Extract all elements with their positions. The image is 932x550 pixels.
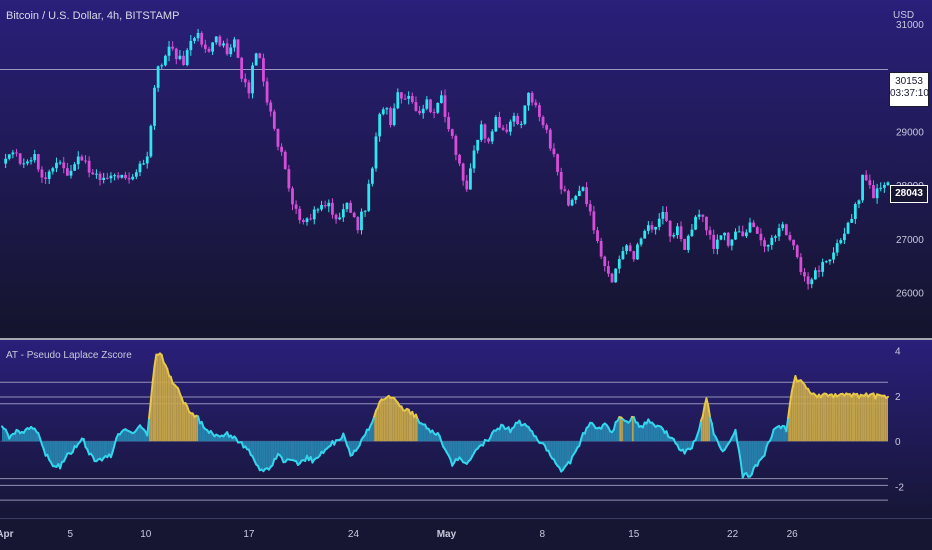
candle[interactable]	[861, 174, 864, 203]
candle[interactable]	[254, 52, 258, 66]
last-price-value: 30153	[895, 76, 923, 87]
candle[interactable]	[18, 153, 22, 166]
candle[interactable]	[153, 85, 156, 130]
chart-canvas[interactable]: 260002700028000290003000031000420-2Apr51…	[0, 0, 932, 550]
indicator-tick-label: -2	[895, 483, 904, 494]
candle[interactable]	[726, 231, 730, 248]
candle[interactable]	[258, 52, 262, 59]
candle[interactable]	[523, 105, 527, 126]
price-tick-label: 27000	[896, 235, 924, 246]
candle[interactable]	[218, 34, 222, 48]
time-tick-label: 8	[540, 529, 546, 540]
time-tick-label: 15	[628, 529, 640, 540]
time-tick-label: 5	[67, 529, 73, 540]
time-tick-label: May	[437, 529, 457, 540]
candle[interactable]	[283, 150, 287, 170]
candle[interactable]	[694, 215, 697, 231]
last-price-tag: 30153 03:37:10	[889, 72, 929, 107]
candle[interactable]	[185, 48, 189, 67]
candle[interactable]	[436, 102, 440, 114]
candle[interactable]	[846, 221, 850, 235]
candle[interactable]	[389, 106, 392, 128]
candle[interactable]	[149, 124, 153, 158]
candle[interactable]	[251, 62, 254, 99]
candle[interactable]	[683, 238, 687, 250]
candle[interactable]	[636, 242, 639, 260]
candle[interactable]	[429, 98, 432, 114]
candle[interactable]	[567, 189, 570, 207]
current-price-tag: 28043	[890, 185, 928, 203]
currency-label: USD	[893, 10, 915, 21]
price-tick-label: 29000	[896, 127, 924, 138]
chart-window: 260002700028000290003000031000420-2Apr51…	[0, 0, 932, 550]
candle[interactable]	[494, 115, 498, 132]
indicator-tick-label: 2	[895, 392, 901, 403]
candle[interactable]	[240, 56, 244, 83]
bar-countdown: 03:37:10	[890, 88, 929, 99]
candle[interactable]	[164, 54, 167, 67]
candle[interactable]	[614, 268, 618, 283]
candle[interactable]	[265, 77, 269, 106]
symbol-title[interactable]: Bitcoin / U.S. Dollar, 4h, BITSTAMP	[6, 10, 179, 22]
candle[interactable]	[784, 223, 788, 236]
candle[interactable]	[795, 244, 799, 259]
price-tick-label: 26000	[896, 288, 924, 299]
candle[interactable]	[548, 128, 552, 151]
indicator-title[interactable]: AT - Pseudo Laplace Zscore	[6, 350, 132, 361]
time-tick-label: 24	[348, 529, 360, 540]
candle[interactable]	[599, 237, 603, 260]
time-tick-label: 17	[243, 529, 255, 540]
price-tick-label: 31000	[896, 20, 924, 31]
time-tick-label: 22	[727, 529, 739, 540]
indicator-tick-label: 0	[895, 437, 901, 448]
candle[interactable]	[374, 132, 378, 172]
candle[interactable]	[272, 109, 276, 131]
time-tick-label: 26	[787, 529, 799, 540]
candle[interactable]	[610, 272, 614, 283]
candle[interactable]	[719, 235, 723, 241]
time-tick-label: 10	[140, 529, 152, 540]
candle[interactable]	[36, 153, 40, 173]
time-tick-label: Apr	[0, 529, 14, 540]
candle[interactable]	[367, 179, 371, 213]
candle[interactable]	[236, 39, 240, 59]
indicator-tick-label: 4	[895, 347, 901, 358]
candle[interactable]	[370, 166, 374, 187]
